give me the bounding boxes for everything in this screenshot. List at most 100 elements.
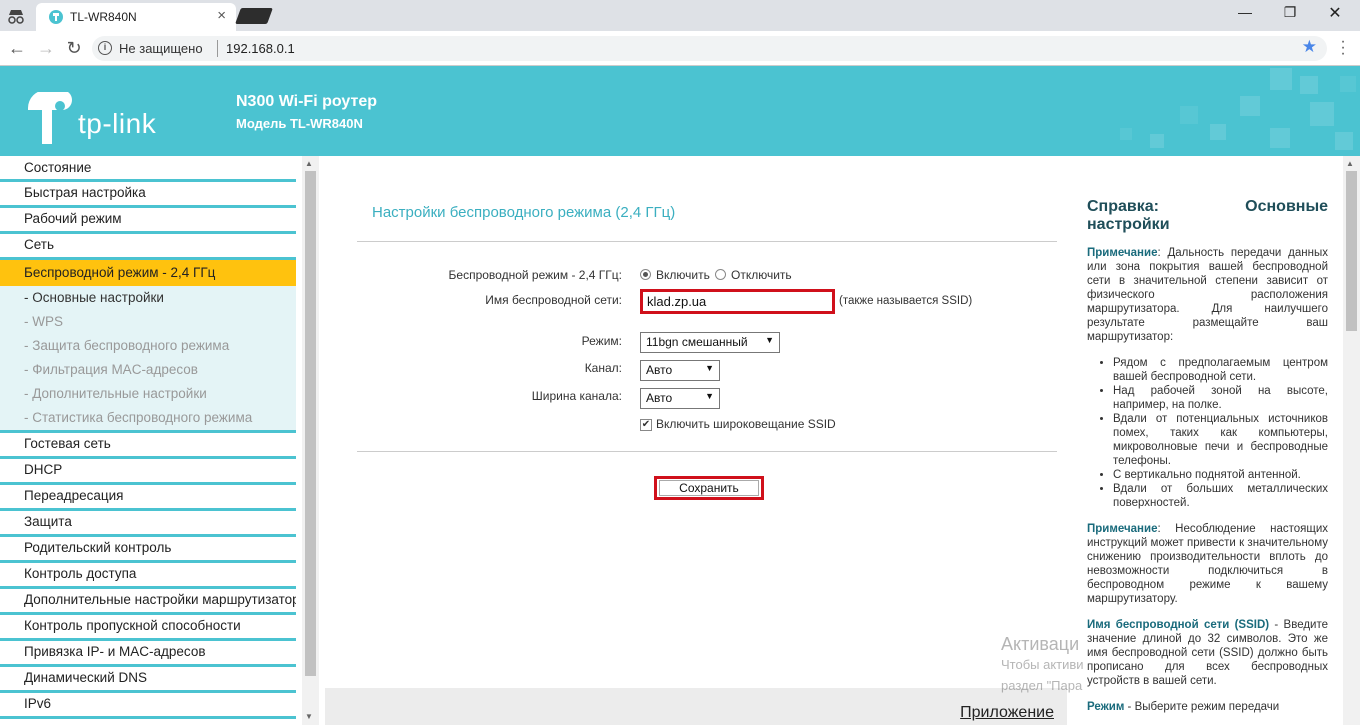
help-scrollbar[interactable]: ▲	[1343, 156, 1360, 725]
menu-item-ip-mac-binding[interactable]: Привязка IP- и MAC-адресов	[0, 641, 296, 667]
help-paragraph-2: : Несоблюдение настоящих инструкций може…	[1087, 523, 1328, 605]
menu-item-security[interactable]: Защита	[0, 511, 296, 537]
appendix-link[interactable]: Приложение	[960, 704, 1054, 722]
info-icon[interactable]: i	[98, 41, 112, 55]
help-list-item: Вдали от потенциальных источников помех,…	[1113, 412, 1328, 468]
mode-label: Режим:	[581, 334, 622, 348]
help-list-item: С вертикально поднятой антенной.	[1113, 468, 1328, 482]
channel-select[interactable]: Авто ▼	[640, 360, 720, 381]
ssid-broadcast-checkbox[interactable]: ✔	[640, 419, 652, 431]
forward-arrow-icon[interactable]: →	[35, 37, 57, 59]
mode-help-label: Режим	[1087, 701, 1125, 713]
menu-item-dynamic-dns[interactable]: Динамический DNS	[0, 667, 296, 693]
address-toolbar: ← → ↻ i Не защищено 192.168.0.1 ★ · · ·	[0, 31, 1360, 66]
submenu-mac-filtering[interactable]: - Фильтрация MAC-адресов	[0, 358, 296, 382]
scroll-down-icon[interactable]: ▼	[305, 712, 313, 721]
menu-item-quick-setup[interactable]: Быстрая настройка	[0, 182, 296, 208]
address-bar[interactable]: i Не защищено 192.168.0.1 ★	[92, 36, 1327, 61]
window-close-button[interactable]: ✕	[1315, 3, 1355, 23]
submenu-statistics[interactable]: - Статистика беспроводного режима	[0, 406, 296, 430]
tplink-logo-icon	[28, 92, 72, 144]
sidebar-menu: Состояние Быстрая настройка Рабочий режи…	[0, 156, 296, 725]
ssid-input[interactable]: klad.zp.ua	[640, 289, 835, 314]
url-text[interactable]: 192.168.0.1	[226, 41, 295, 56]
submenu-wireless-security[interactable]: - Защита беспроводного режима	[0, 334, 296, 358]
save-button-label: Сохранить	[679, 481, 739, 495]
radio-disable[interactable]	[715, 269, 726, 280]
scroll-up-icon[interactable]: ▲	[305, 159, 313, 168]
radio-enable-label: Включить	[656, 268, 710, 282]
activation-watermark-line2: Чтобы активи	[1001, 657, 1084, 672]
help-list: Рядом с предполагаемым центром вашей бес…	[1113, 356, 1328, 510]
menu-item-guest-network[interactable]: Гостевая сеть	[0, 433, 296, 459]
ssid-note: (также называется SSID)	[839, 295, 973, 307]
menu-item-operation-mode[interactable]: Рабочий режим	[0, 208, 296, 234]
help-title-left: Справка:	[1087, 198, 1159, 215]
menu-item-network[interactable]: Сеть	[0, 234, 296, 260]
menu-item-access-control[interactable]: Контроль доступа	[0, 563, 296, 589]
mode-select[interactable]: 11bgn смешанный ▼	[640, 332, 780, 353]
channel-width-select-value: Авто	[646, 391, 673, 405]
tab-title: TL-WR840N	[70, 10, 137, 24]
model-name: Модель TL-WR840N	[236, 116, 363, 131]
help-title: Справка: настройки Основные	[1087, 198, 1328, 234]
menu-item-dhcp[interactable]: DHCP	[0, 459, 296, 485]
menu-item-forwarding[interactable]: Переадресация	[0, 485, 296, 511]
help-title-left2: настройки	[1087, 216, 1170, 233]
tplink-favicon-icon	[49, 10, 63, 24]
menu-item-wireless-active[interactable]: Беспроводной режим - 2,4 ГГц	[0, 260, 296, 286]
logo-text: tp-link	[78, 108, 157, 139]
back-arrow-icon[interactable]: ←	[6, 37, 28, 59]
save-button[interactable]: Сохранить	[654, 476, 764, 500]
scroll-up-icon[interactable]: ▲	[1346, 159, 1354, 168]
channel-select-value: Авто	[646, 363, 673, 377]
activation-watermark: Активаци	[1001, 634, 1080, 654]
page-title: Настройки беспроводного режима (2,4 ГГц)	[372, 204, 676, 221]
chevron-down-icon: ▼	[705, 363, 714, 373]
note-label: Примечание	[1087, 523, 1158, 535]
menu-item-status[interactable]: Состояние	[0, 156, 296, 182]
help-list-item: Рядом с предполагаемым центром вашей бес…	[1113, 356, 1328, 384]
divider	[357, 451, 1057, 452]
minimize-button[interactable]: —	[1225, 4, 1265, 20]
menu-item-advanced-routing[interactable]: Дополнительные настройки маршрутизатора	[0, 589, 296, 615]
wireless-submenu: - Основные настройки - WPS - Защита бесп…	[0, 286, 296, 433]
submenu-advanced[interactable]: - Дополнительные настройки	[0, 382, 296, 406]
channel-width-select[interactable]: Авто ▼	[640, 388, 720, 409]
help-panel: Справка: настройки Основные Примечание: …	[1072, 156, 1343, 725]
submenu-wps[interactable]: - WPS	[0, 310, 296, 334]
menu-item-bandwidth-control[interactable]: Контроль пропускной способности	[0, 615, 296, 641]
wireless-mode-label: Беспроводной режим - 2,4 ГГц:	[448, 268, 622, 282]
divider	[357, 241, 1057, 242]
bookmark-star-icon[interactable]: ★	[1302, 37, 1317, 57]
maximize-button[interactable]: ❐	[1270, 4, 1310, 21]
new-tab-button[interactable]	[235, 8, 273, 24]
help-content: Справка: настройки Основные Примечание: …	[1087, 198, 1328, 725]
mode-select-value: 11bgn смешанный	[646, 335, 748, 349]
help-note-2: Примечание: Несоблюдение настоящих инстр…	[1087, 522, 1328, 606]
tab-close-icon[interactable]: ×	[217, 7, 226, 24]
security-label: Не защищено	[119, 41, 203, 56]
product-name: N300 Wi-Fi роутер	[236, 93, 378, 110]
menu-item-parental-control[interactable]: Родительский контроль	[0, 537, 296, 563]
channel-width-label: Ширина канала:	[531, 389, 622, 403]
reload-icon[interactable]: ↻	[63, 37, 85, 59]
scrollbar-thumb[interactable]	[305, 171, 316, 676]
channel-label: Канал:	[584, 361, 622, 375]
browser-tab[interactable]: TL-WR840N ×	[36, 3, 236, 31]
submenu-basic-settings[interactable]: - Основные настройки	[0, 286, 296, 310]
appendix-bar: Приложение	[325, 688, 1067, 725]
scrollbar-thumb[interactable]	[1346, 171, 1357, 331]
activation-watermark-line3: раздел "Пара	[1001, 678, 1083, 693]
sidebar-scrollbar[interactable]: ▲ ▼	[302, 156, 319, 725]
main-content: Настройки беспроводного режима (2,4 ГГц)…	[320, 156, 1072, 725]
chevron-down-icon: ▼	[765, 335, 774, 345]
separator	[217, 40, 218, 57]
browser-menu-icon[interactable]: · · ·	[1338, 34, 1348, 62]
decor-squares	[1120, 68, 1356, 150]
radio-enable[interactable]	[640, 269, 651, 280]
help-ssid: Имя беспроводной сети (SSID) - Введите з…	[1087, 618, 1328, 688]
menu-item-ipv6[interactable]: IPv6	[0, 693, 296, 719]
help-paragraph-4: - Выберите режим передачи	[1124, 701, 1280, 713]
ssid-label: Имя беспроводной сети:	[485, 293, 622, 307]
